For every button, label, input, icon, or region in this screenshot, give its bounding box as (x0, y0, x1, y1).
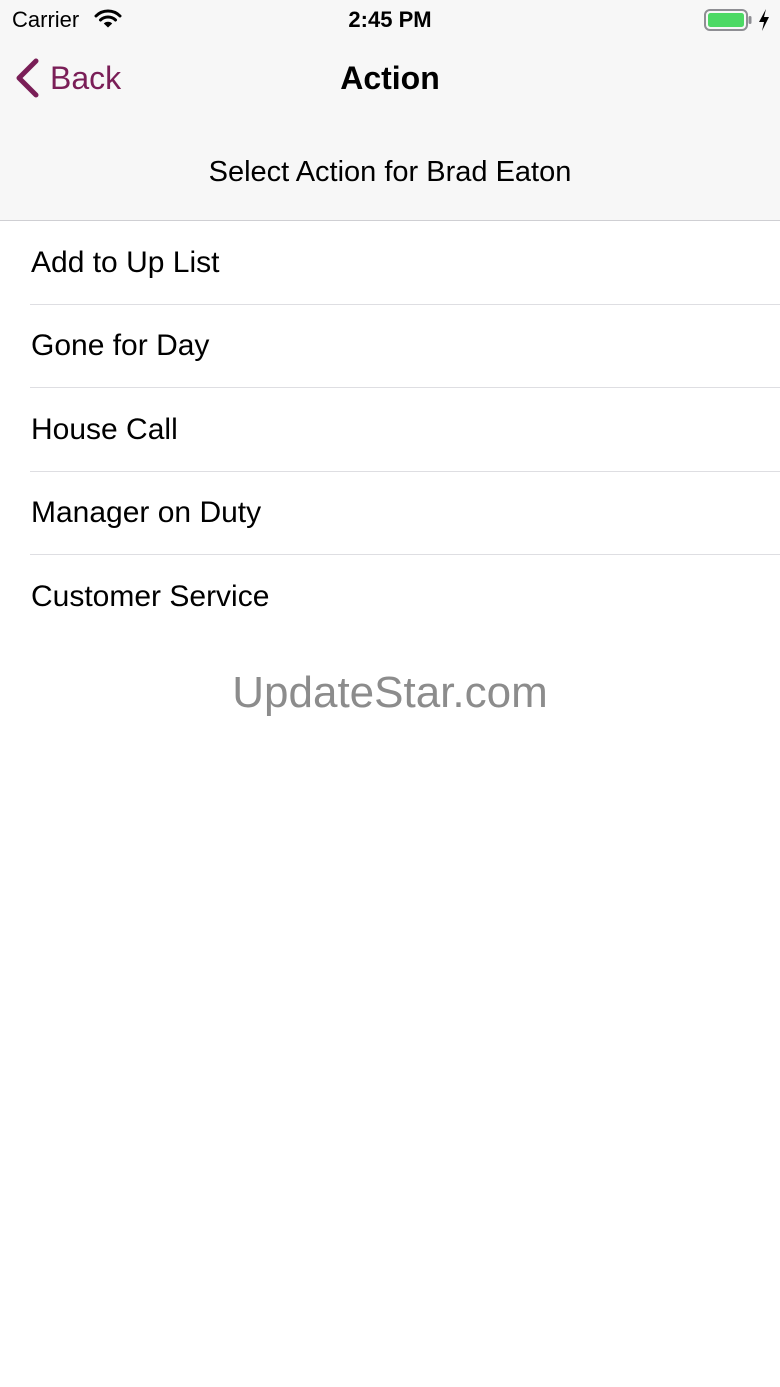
action-add-to-up-list[interactable]: Add to Up List (0, 221, 780, 305)
section-header: Select Action for Brad Eaton (208, 156, 572, 188)
status-bar: Carrier 2:45 PM (0, 0, 780, 40)
action-manager-on-duty[interactable]: Manager on Duty (0, 472, 780, 556)
top-bar: Carrier 2:45 PM Back Action Select Actio… (0, 0, 780, 221)
action-house-call[interactable]: House Call (0, 388, 780, 472)
battery-icon (704, 9, 752, 31)
screen: Carrier 2:45 PM Back Action Select Actio… (0, 0, 780, 1387)
watermark: UpdateStar.com (232, 668, 548, 717)
page-title: Action (340, 60, 440, 96)
charging-bolt-icon (759, 9, 769, 31)
action-list: Add to Up List Gone for Day House Call M… (0, 221, 780, 639)
action-gone-for-day[interactable]: Gone for Day (0, 305, 780, 389)
action-customer-service[interactable]: Customer Service (0, 555, 780, 639)
navigation-bar: Back Action (0, 40, 780, 120)
status-time: 2:45 PM (348, 7, 432, 32)
